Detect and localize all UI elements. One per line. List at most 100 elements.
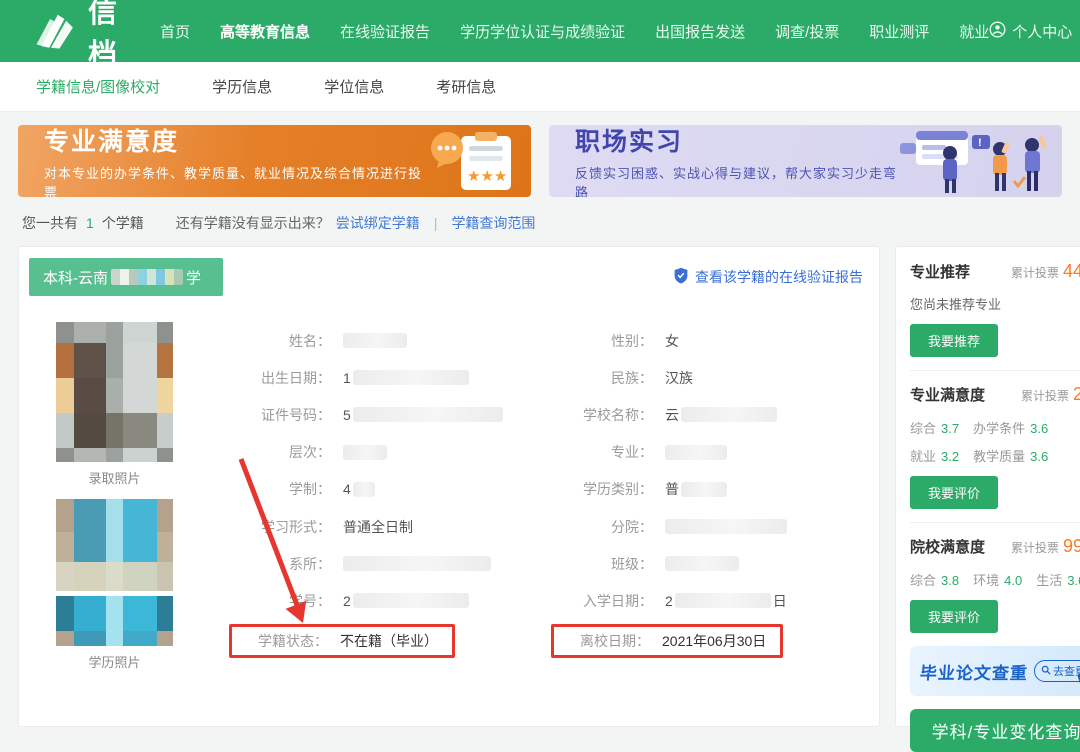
tab-kaoyan-info[interactable]: 考研信息: [436, 76, 496, 97]
banner-subtitle: 反馈实习困惑、实战心得与建议，帮大家实习少走弯路: [575, 163, 898, 198]
diploma-illustration: [1071, 662, 1080, 696]
nav-survey-vote[interactable]: 调查/投票: [775, 21, 839, 42]
evaluate-school-button[interactable]: 我要评价: [910, 600, 998, 633]
people-illustration: !: [898, 127, 1048, 195]
tab-student-status[interactable]: 学籍信息/图像校对: [36, 76, 160, 97]
evaluate-major-button[interactable]: 我要评价: [910, 476, 998, 509]
admission-photo: [56, 322, 173, 462]
record-tab-prefix: 本科-云南: [43, 267, 108, 288]
field-school-name: 学校名称： 云: [557, 396, 879, 433]
vote-count: 9925: [1063, 536, 1080, 556]
record-form: 姓名： 出生日期： 1 证件号码： 5 层次：: [235, 322, 879, 683]
rating-chip: 环境4.0: [973, 570, 1022, 589]
tab-degree-info[interactable]: 学位信息: [324, 76, 384, 97]
recommend-hint: 您尚未推荐专业: [910, 294, 1080, 313]
leave-date-value: 2021年06月30日: [662, 631, 766, 651]
censored-value: [343, 556, 491, 571]
nav-online-verification[interactable]: 在线验证报告: [340, 21, 430, 42]
field-department: 系所：: [235, 545, 557, 582]
admission-photo-label: 录取照片: [56, 468, 173, 487]
censored-value: [665, 445, 727, 460]
divider: [910, 370, 1080, 371]
banner-title: 专业满意度: [44, 125, 425, 158]
user-center-menu[interactable]: 个人中心 ▼: [989, 21, 1080, 42]
thesis-check-title: 毕业论文查重: [919, 659, 1029, 684]
shield-check-icon: [673, 267, 689, 287]
major-satisfaction-header: 专业满意度 累计投票239: [910, 384, 1080, 405]
banner-subtitle: 对本专业的办学条件、教学质量、就业情况及综合情况进行投票: [44, 163, 425, 198]
secondary-navigation: 学籍信息/图像校对 学历信息 学位信息 考研信息: [0, 62, 1080, 112]
censored-value: [353, 370, 469, 385]
rating-chip: 生活3.6: [1036, 570, 1080, 589]
field-student-number: 学号： 2: [235, 582, 557, 619]
vote-clipboard-illustration: ★★★: [425, 128, 517, 194]
nav-degree-certification[interactable]: 学历学位认证与成绩验证: [460, 21, 625, 42]
rating-chip: 综合3.8: [910, 570, 959, 589]
censored-value: [343, 445, 387, 460]
nav-home[interactable]: 首页: [160, 21, 190, 42]
censored-value: [343, 333, 407, 348]
field-major: 专业：: [557, 434, 879, 471]
nav-higher-education[interactable]: 高等教育信息: [220, 21, 310, 42]
field-enrollment-date: 入学日期： 2日: [557, 582, 879, 619]
active-nav-notch: [300, 53, 318, 71]
enrollment-status-value: 不在籍（毕业）: [340, 631, 438, 651]
recommend-button[interactable]: 我要推荐: [910, 324, 998, 357]
divider: [910, 522, 1080, 523]
censored-value: [675, 593, 771, 608]
censored-value: [353, 407, 503, 422]
top-navigation: 首页 高等教育信息 在线验证报告 学历学位认证与成绩验证 出国报告发送 调查/投…: [160, 21, 989, 42]
school-satisfaction-header: 院校满意度 累计投票9925: [910, 536, 1080, 557]
record-summary-line: 您一共有 1 个学籍 还有学籍没有显示出来？ 尝试绑定学籍 | 学籍查询范围: [22, 213, 1058, 233]
field-ethnicity: 民族： 汉族: [557, 359, 879, 396]
rating-chip: 综合3.7: [910, 418, 959, 437]
nav-employment[interactable]: 就业: [959, 21, 989, 42]
search-icon: [1041, 665, 1051, 678]
view-verification-report-link[interactable]: 查看该学籍的在线验证报告: [673, 267, 863, 287]
bind-record-link[interactable]: 尝试绑定学籍: [336, 213, 420, 233]
major-ratings: 综合3.7 办学条件3.6 就业3.2 教学质量3.6: [910, 409, 1080, 465]
diploma-photo-bottom: [56, 596, 173, 646]
thesis-check-banner[interactable]: 毕业论文查重 去查重: [910, 646, 1080, 696]
right-sidebar: 专业推荐 累计投票4460 您尚未推荐专业 我要推荐 专业满意度 累计投票239…: [895, 246, 1080, 727]
record-tab[interactable]: 本科-云南 学: [29, 258, 223, 296]
logo-book-icon: [34, 11, 78, 52]
banner-title: 职场实习: [575, 125, 898, 158]
photo-column: 录取照片 学历照片: [56, 322, 173, 683]
record-count: 1: [86, 215, 94, 231]
missing-record-hint: 还有学籍没有显示出来？: [176, 213, 330, 233]
nav-career-test[interactable]: 职业测评: [869, 21, 929, 42]
record-tab-censored: [111, 269, 183, 285]
field-gender: 性别： 女: [557, 322, 879, 359]
vote-count: 4460: [1063, 261, 1080, 281]
vote-count: 239: [1073, 384, 1080, 404]
school-ratings: 综合3.8 环境4.0 生活3.6: [910, 561, 1080, 589]
field-id-number: 证件号码： 5: [235, 396, 557, 433]
field-enrollment-status-highlighted: 学籍状态： 不在籍（毕业）: [229, 624, 455, 658]
nav-abroad-report[interactable]: 出国报告发送: [655, 21, 745, 42]
rating-chip: 就业3.2: [910, 446, 959, 465]
major-satisfaction-banner[interactable]: 专业满意度 对本专业的办学条件、教学质量、就业情况及综合情况进行投票 ★★★: [18, 125, 531, 197]
field-branch: 分院：: [557, 508, 879, 545]
svg-text:!: !: [978, 137, 982, 149]
major-recommend-header: 专业推荐 累计投票4460: [910, 261, 1080, 282]
diploma-photo-label: 学历照片: [56, 652, 173, 671]
censored-value: [665, 519, 787, 534]
query-scope-link[interactable]: 学籍查询范围: [451, 213, 535, 233]
tab-education-info[interactable]: 学历信息: [212, 76, 272, 97]
field-education-type: 学历类别： 普: [557, 471, 879, 508]
link-separator: |: [434, 215, 438, 231]
censored-value: [665, 556, 739, 571]
field-study-form: 学习形式： 普通全日制: [235, 508, 557, 545]
user-center-label: 个人中心: [1012, 21, 1072, 42]
banner-row: 专业满意度 对本专业的办学条件、教学质量、就业情况及综合情况进行投票 ★★★: [18, 125, 1062, 197]
record-tab-suffix: 学: [186, 267, 201, 288]
diploma-photo-top: [56, 499, 173, 591]
top-header: 学信档案 首页 高等教育信息 在线验证报告 学历学位认证与成绩验证 出国报告发送…: [0, 0, 1080, 62]
rating-chip: 办学条件3.6: [973, 418, 1048, 437]
field-duration: 学制： 4: [235, 471, 557, 508]
internship-banner[interactable]: 职场实习 反馈实习困惑、实战心得与建议，帮大家实习少走弯路 !: [549, 125, 1062, 197]
rating-chip: 教学质量3.6: [973, 446, 1048, 465]
censored-value: [681, 407, 777, 422]
summary-unit: 个学籍: [102, 213, 144, 233]
